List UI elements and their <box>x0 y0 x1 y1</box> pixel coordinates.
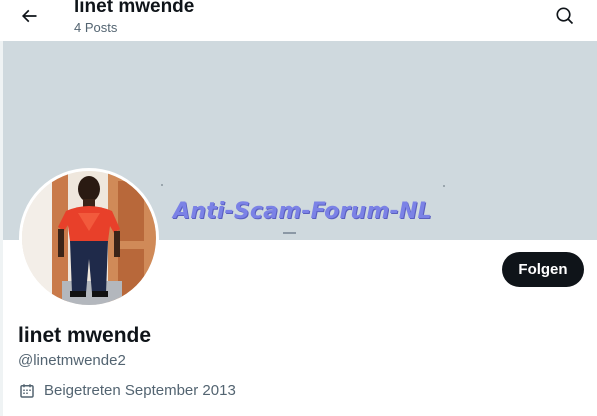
posts-count: 4 Posts <box>74 20 118 35</box>
banner-watermark: Anti-Scam-Forum-NL <box>173 199 432 224</box>
banner-speck <box>443 185 445 187</box>
banner-dash <box>283 232 296 234</box>
profile-avatar[interactable] <box>19 168 159 308</box>
calendar-icon <box>20 384 34 398</box>
profile-handle: @linetmwende2 <box>18 352 126 369</box>
profile-name: linet mwende <box>18 324 152 347</box>
banner-speck <box>161 184 163 186</box>
follow-button[interactable]: Folgen <box>502 252 584 287</box>
joined-text: Beigetreten September 2013 <box>44 382 236 399</box>
joined-date: Beigetreten September 2013 <box>18 382 236 400</box>
search-button[interactable] <box>550 1 580 31</box>
arrow-left-icon <box>21 9 37 23</box>
header-title: linet mwende <box>74 0 195 17</box>
profile-header: linet mwende 4 Posts <box>0 0 597 41</box>
avatar-photo <box>22 171 156 305</box>
search-icon <box>556 7 574 25</box>
back-button[interactable] <box>14 1 44 31</box>
